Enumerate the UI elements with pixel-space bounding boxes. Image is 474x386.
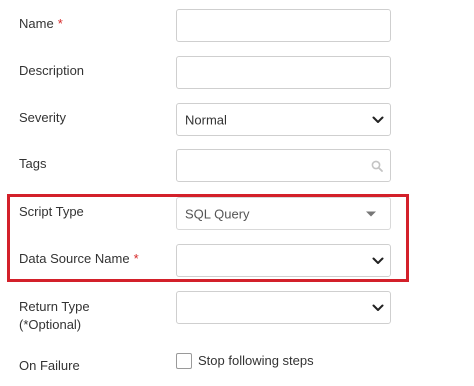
chevron-down-icon	[372, 304, 384, 311]
tags-label: Tags	[19, 156, 47, 171]
name-label: Name *	[19, 15, 63, 33]
return-type-select[interactable]	[176, 291, 391, 324]
script-type-select-value: SQL Query	[185, 206, 250, 221]
name-required-mark: *	[57, 16, 63, 31]
name-label-text: Name	[19, 16, 54, 31]
name-input[interactable]	[176, 9, 391, 42]
data-source-name-label-text: Data Source Name	[19, 251, 130, 266]
severity-select-value: Normal	[185, 112, 227, 127]
return-type-label-line2: (*Optional)	[19, 317, 82, 332]
description-input[interactable]	[176, 56, 391, 89]
data-source-name-label: Data Source Name *	[19, 250, 139, 268]
chevron-down-icon	[372, 257, 384, 264]
data-source-name-required-mark: *	[133, 251, 139, 266]
chevron-down-icon	[372, 116, 384, 123]
script-type-select[interactable]: SQL Query	[176, 197, 391, 230]
stop-following-steps-label[interactable]: Stop following steps	[198, 352, 314, 370]
script-type-label: Script Type	[19, 204, 84, 219]
test-step-form: Name * Description Severity Normal Tags S…	[0, 0, 474, 386]
severity-label: Severity	[19, 110, 66, 125]
tags-input[interactable]	[176, 149, 391, 182]
severity-select[interactable]: Normal	[176, 103, 391, 136]
data-source-name-select[interactable]	[176, 244, 391, 277]
caret-down-icon	[366, 211, 376, 216]
stop-following-steps-checkbox[interactable]	[176, 353, 192, 369]
return-type-label: Return Type (*Optional)	[19, 298, 90, 334]
search-icon	[371, 160, 383, 172]
description-label: Description	[19, 63, 85, 78]
return-type-label-line1: Return Type	[19, 299, 90, 314]
on-failure-label: On Failure	[19, 358, 80, 373]
